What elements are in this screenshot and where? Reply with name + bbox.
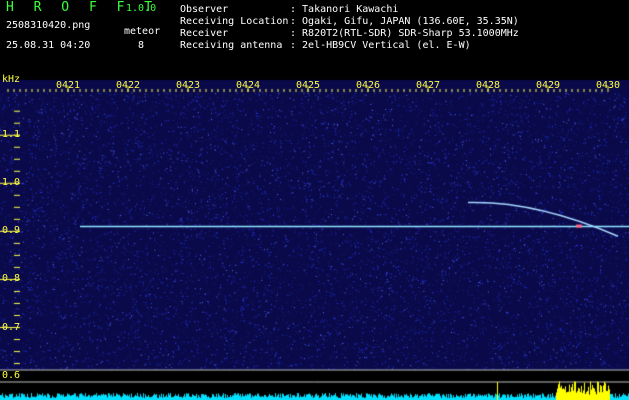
info-key-receiver: Receiver: [180, 28, 229, 39]
info-value-antenna: : 2el-HB9CV Vertical (el. E-W): [290, 40, 471, 51]
info-value-location: : Ogaki, Gifu, JAPAN (136.60E, 35.35N): [290, 16, 519, 27]
datetime: 25.08.31 04:20: [6, 40, 91, 51]
y-tick-label: 1.1: [2, 129, 21, 141]
x-tick-label: 0426: [356, 80, 381, 91]
x-tick-label: 0421: [56, 80, 81, 91]
x-tick-label: 0423: [176, 80, 201, 91]
meteor-label: meteor: [124, 26, 161, 37]
app-version: 1.0.0: [126, 3, 157, 14]
file-name: 2508310420.png: [6, 20, 91, 31]
x-tick-label: 0425: [296, 80, 321, 91]
x-tick-label: 0429: [536, 80, 561, 91]
x-tick-label: 0422: [116, 80, 141, 91]
meteor-count: 8: [138, 40, 145, 51]
info-key-observer: Observer: [180, 4, 229, 15]
info-value-receiver: : R820T2(RTL-SDR) SDR-Sharp 53.1000MHz: [290, 28, 519, 39]
info-key-antenna: Receiving antenna: [180, 40, 283, 51]
x-tick-label: 0424: [236, 80, 261, 91]
x-tick-label: 0428: [476, 80, 501, 91]
y-tick-label: 0.7: [2, 321, 21, 333]
x-tick-label: 0427: [416, 80, 441, 91]
y-tick-label: 0.8: [2, 273, 21, 285]
y-axis-label: kHz: [2, 74, 21, 85]
header-panel: H R O F F T 1.0.0 2508310420.png meteor …: [0, 0, 629, 72]
x-tick-label: 0430: [596, 80, 621, 91]
y-tick-label: 0.9: [2, 225, 21, 237]
info-value-observer: : Takanori Kawachi: [290, 4, 399, 15]
y-tick-label: 1.0: [2, 177, 21, 189]
y-tick-label: 0.6: [2, 369, 21, 381]
info-key-location: Receiving Location: [180, 16, 289, 27]
spectrogram: [0, 72, 629, 400]
